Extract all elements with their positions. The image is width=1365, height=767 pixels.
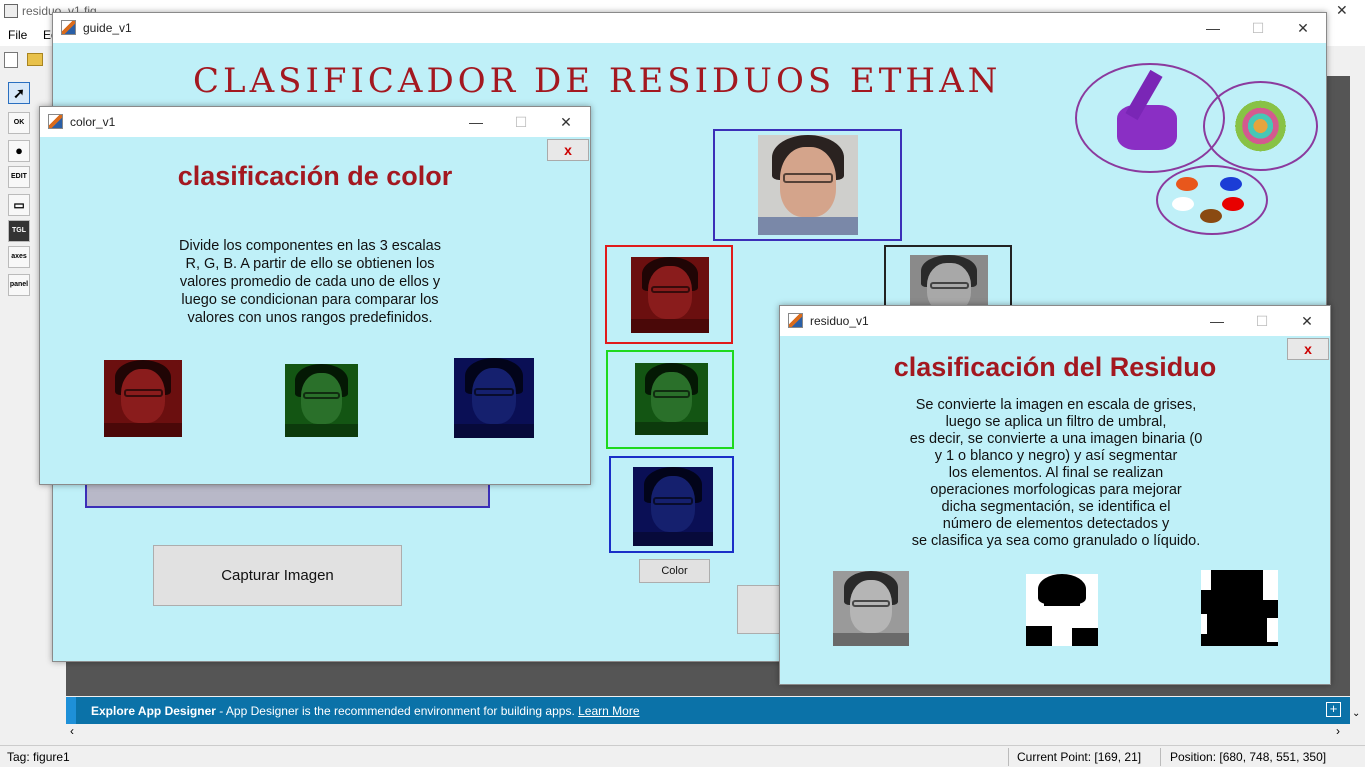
residue-desc-line: se clasifica ya sea como granulado o líq… <box>911 533 1201 549</box>
captured-image-frame <box>713 129 902 241</box>
guide-title: guide_v1 <box>83 21 132 35</box>
residue-desc-line: operaciones morfologicas para mejorar <box>930 482 1182 498</box>
green-channel-image <box>635 363 708 435</box>
axes-tool-icon[interactable]: axes <box>8 246 30 268</box>
toggle-tool-icon[interactable]: TGL <box>8 220 30 242</box>
status-tag: Tag: figure1 <box>7 750 70 764</box>
residue-desc-line: número de elementos detectados y <box>942 516 1170 532</box>
status-current-point: Current Point: [169, 21] <box>1017 750 1142 764</box>
color-titlebar: color_v1 — ☐ ✕ <box>40 107 590 137</box>
popup-menu-tool-icon[interactable]: ▭ <box>8 194 30 216</box>
blue-channel-image <box>633 467 713 546</box>
residue-desc-line: los elementos. Al final se realizan <box>948 465 1164 481</box>
green-channel-frame <box>606 350 734 449</box>
close-icon[interactable]: ✕ <box>1297 311 1317 331</box>
select-arrow-icon[interactable]: ➚ <box>8 82 30 104</box>
residue-window: residuo_v1 — ☐ ✕ x clasificación del Res… <box>779 305 1331 685</box>
panel-tool-icon[interactable]: panel <box>8 274 30 296</box>
residue-desc-line: dicha segmentación, se identifica el <box>941 499 1171 515</box>
learn-more-link[interactable]: Learn More <box>578 704 639 718</box>
color-dots-logo <box>1156 165 1268 235</box>
granules-logo <box>1203 81 1318 171</box>
blue-sample-image <box>454 358 534 438</box>
white-dot <box>1172 197 1194 211</box>
banner-message: - App Designer is the recommended enviro… <box>215 704 579 718</box>
color-window: color_v1 — ☐ ✕ x clasificación de color … <box>39 106 591 485</box>
expand-icon[interactable]: + <box>1326 702 1341 717</box>
scroll-down-icon[interactable]: ⌄ <box>1352 708 1360 719</box>
status-position: Position: [680, 748, 551, 350] <box>1170 750 1327 764</box>
close-icon[interactable]: ✕ <box>1293 18 1313 38</box>
matlab-logo-icon <box>788 313 803 328</box>
color-heading: clasificación de color <box>177 161 453 191</box>
captured-image <box>758 135 858 235</box>
vertical-scrollbar[interactable]: ⌄ <box>1350 76 1365 724</box>
red-channel-frame <box>605 245 733 344</box>
matlab-logo-icon <box>61 20 76 35</box>
fig-file-icon <box>4 4 18 18</box>
menu-file[interactable]: File <box>8 28 27 42</box>
status-divider <box>1160 748 1161 766</box>
pushbutton-tool-icon[interactable]: OK <box>8 112 30 134</box>
color-desc-line: valores con unos rangos predefinidos. <box>187 310 433 326</box>
green-sample-image <box>285 364 358 437</box>
guide-titlebar: guide_v1 — ☐ ✕ <box>53 13 1326 43</box>
color-button[interactable]: Color <box>639 559 710 583</box>
binary-image <box>1026 574 1098 646</box>
minimize-icon[interactable]: — <box>466 112 486 132</box>
color-desc-line: Divide los componentes en las 3 escalas <box>179 238 441 254</box>
segmented-image <box>1201 570 1278 646</box>
color-description: Divide los componentes en las 3 escalas … <box>140 237 480 327</box>
residue-description: Se convierte la imagen en escala de gris… <box>876 397 1236 550</box>
color-desc-line: valores promedio de cada uno de ellos y <box>179 274 441 290</box>
status-bar: Tag: figure1 Current Point: [169, 21] Po… <box>0 745 1365 767</box>
grayscale-image <box>833 571 909 646</box>
banner-text: Explore App Designer - App Designer is t… <box>91 704 640 718</box>
residue-title: residuo_v1 <box>810 314 869 328</box>
blue-channel-frame <box>609 456 734 553</box>
maximize-icon[interactable]: ☐ <box>511 112 531 132</box>
red-sample-image <box>104 360 182 437</box>
minimize-icon[interactable]: — <box>1203 18 1223 38</box>
color-desc-line: luego se condicionan para comparar los <box>181 292 439 308</box>
orange-dot <box>1176 177 1198 191</box>
residue-desc-line: y 1 o blanco y negro) y así segmentar <box>934 448 1178 464</box>
close-icon[interactable]: ✕ <box>556 112 576 132</box>
main-image-frame <box>85 483 490 508</box>
matlab-logo-icon <box>48 114 63 129</box>
red-dot <box>1222 197 1244 211</box>
residue-desc-line: es decir, se convierte a una imagen bina… <box>909 431 1203 447</box>
blue-dot <box>1220 177 1242 191</box>
new-file-icon[interactable] <box>4 52 18 68</box>
residue-heading: clasificación del Residuo <box>893 352 1217 382</box>
color-desc-line: R, G, B. A partir de ello se obtienen lo… <box>185 256 435 272</box>
editor-close-icon[interactable]: ✕ <box>1336 2 1348 19</box>
red-channel-image <box>631 257 709 333</box>
maximize-icon[interactable]: ☐ <box>1248 18 1268 38</box>
app-banner-title: CLASIFICADOR DE RESIDUOS ETHAN <box>193 61 1002 101</box>
residue-desc-line: Se convierte la imagen en escala de gris… <box>915 397 1197 413</box>
capture-image-button[interactable]: Capturar Imagen <box>153 545 402 606</box>
color-close-button[interactable]: x <box>547 139 589 161</box>
scroll-left-icon[interactable]: ‹ <box>70 724 74 738</box>
scroll-right-icon[interactable]: › <box>1336 724 1340 738</box>
color-title: color_v1 <box>70 115 116 129</box>
residue-desc-line: luego se aplica un filtro de umbral, <box>945 414 1167 430</box>
maximize-icon[interactable]: ☐ <box>1252 311 1272 331</box>
robot-arm-logo <box>1075 63 1225 173</box>
banner-bold: Explore App Designer <box>91 704 216 718</box>
edit-text-tool-icon[interactable]: EDIT <box>8 166 30 188</box>
horizontal-scrollbar[interactable]: ‹ › <box>66 724 1350 740</box>
status-divider <box>1008 748 1009 766</box>
open-folder-icon[interactable] <box>27 53 43 66</box>
residue-titlebar: residuo_v1 — ☐ ✕ <box>780 306 1330 336</box>
banner-stripe <box>66 697 76 724</box>
minimize-icon[interactable]: — <box>1207 311 1227 331</box>
brown-dot <box>1200 209 1222 223</box>
app-designer-banner: Explore App Designer - App Designer is t… <box>66 697 1350 724</box>
radiobutton-tool-icon[interactable]: ● <box>8 140 30 162</box>
